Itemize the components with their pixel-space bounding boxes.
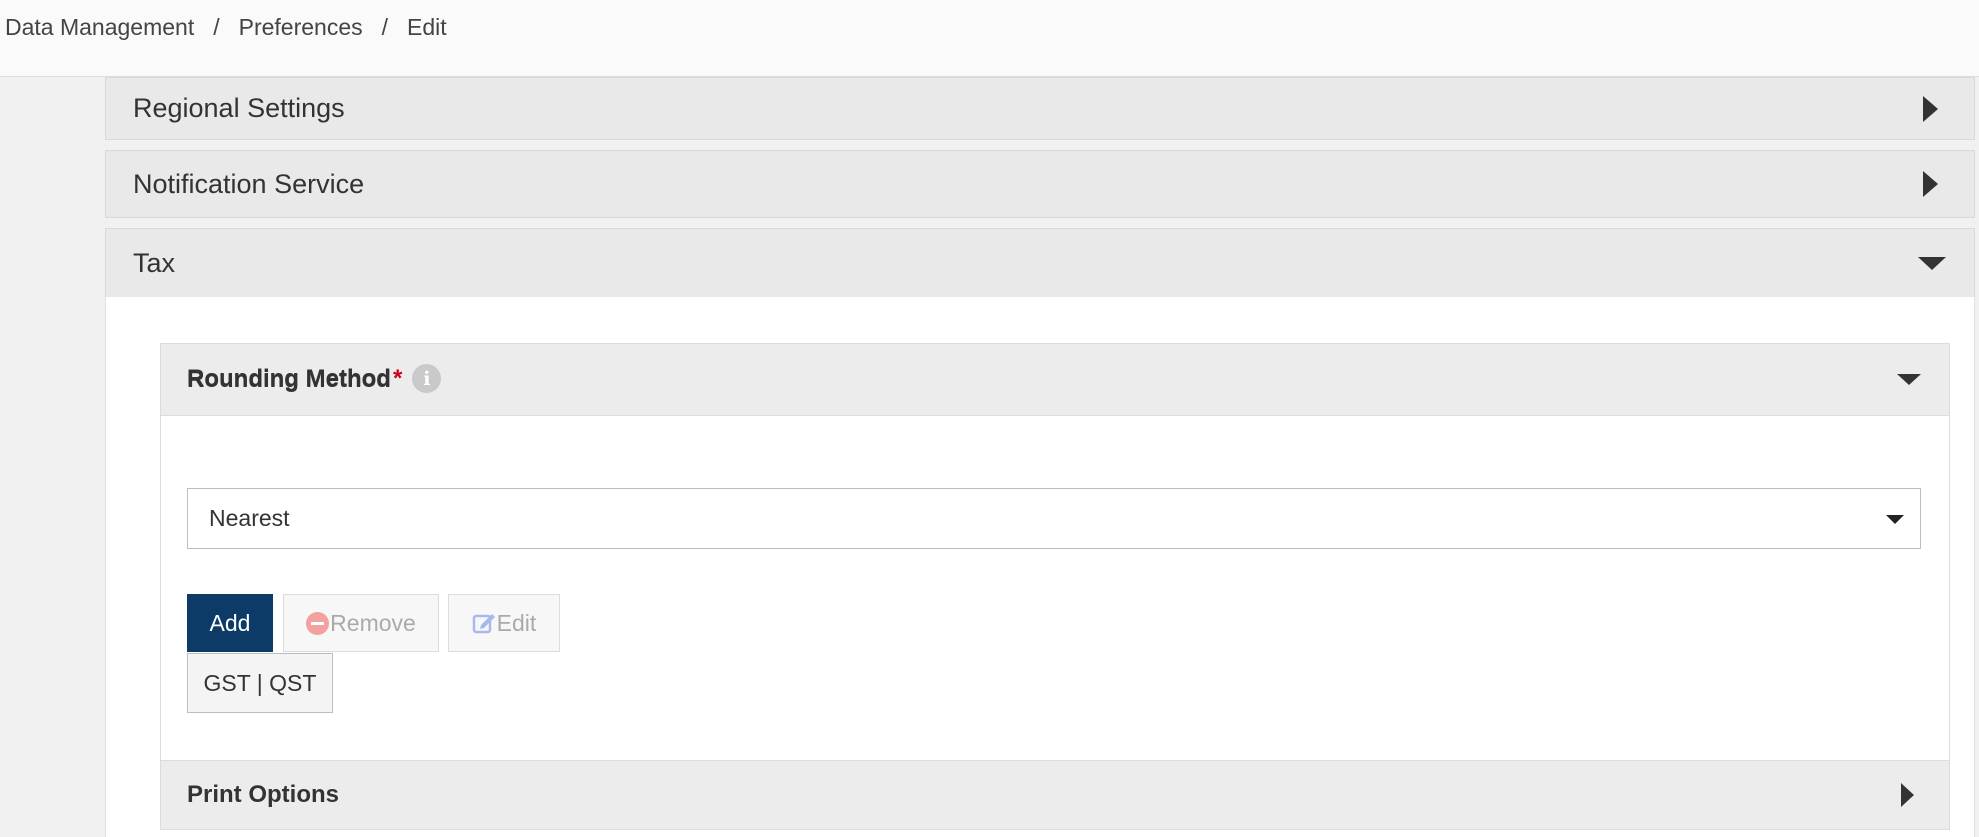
top-bar: Data Management / Preferences / Edit [0,0,1979,77]
breadcrumb-item-data-management[interactable]: Data Management [5,14,194,41]
select-value: Nearest [209,505,290,531]
required-indicator: * [392,364,403,392]
list-item-label: GST | QST [203,669,317,696]
remove-button[interactable]: Remove [283,594,439,652]
tax-list-item[interactable]: GST | QST [187,653,333,713]
edit-button-label: Edit [496,609,537,636]
caret-down-icon [1897,374,1921,385]
remove-button-label: Remove [330,609,416,636]
section-print-options[interactable]: Print Options [160,760,1950,830]
breadcrumb-separator: / [213,14,220,40]
edit-square-icon [472,614,495,634]
breadcrumb-separator: / [381,14,389,40]
rounding-method-select[interactable]: Nearest [187,488,1921,549]
breadcrumb: Data Management / Preferences / Edit [5,14,447,41]
caret-right-icon [1901,783,1914,807]
edit-button[interactable]: Edit [448,594,560,652]
info-icon[interactable]: i [412,364,442,393]
caret-down-icon [1886,515,1904,524]
tax-content: Rounding Method Rounding Method * i Near… [105,77,1975,830]
breadcrumb-item-edit: Edit [407,14,447,40]
rounding-method-label: Rounding Method * i [187,364,442,393]
minus-circle-icon [306,611,330,635]
section-title: Print Options [187,781,339,808]
add-button-label: Add [209,609,251,636]
breadcrumb-item-preferences[interactable]: Preferences [239,14,363,41]
add-button[interactable]: Add [187,594,273,652]
field-label-text: Rounding Method [187,364,391,392]
